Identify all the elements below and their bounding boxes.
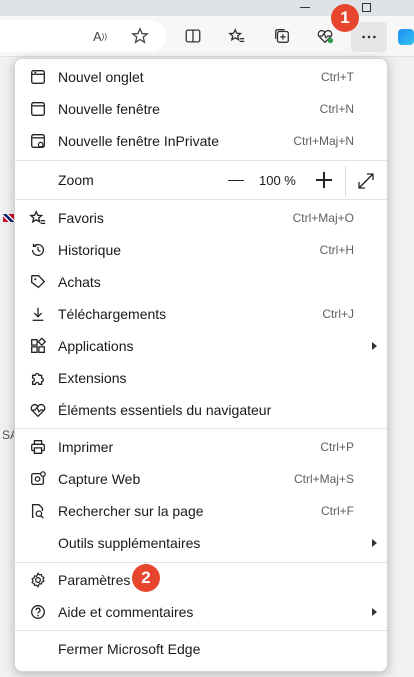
menu-item-favorites[interactable]: Favoris Ctrl+Maj+O	[15, 202, 387, 234]
chevron-right-icon	[372, 608, 377, 616]
menu-item-label: Paramètres	[58, 572, 131, 588]
chevron-right-icon	[372, 342, 377, 350]
menu-item-find-on-page[interactable]: Rechercher sur la page Ctrl+F	[15, 495, 387, 527]
star-icon[interactable]	[128, 24, 152, 48]
menu-item-close-edge[interactable]: Fermer Microsoft Edge	[15, 633, 387, 665]
menu-item-label: Éléments essentiels du navigateur	[58, 402, 272, 418]
inprivate-icon	[28, 131, 48, 151]
menu-divider	[15, 630, 387, 631]
menu-item-shortcut: Ctrl+J	[322, 307, 354, 321]
more-icon	[362, 35, 376, 39]
step-marker-2: 2	[132, 564, 160, 592]
menu-item-label: Téléchargements	[58, 306, 167, 322]
menu-item-zoom: Zoom 100 %	[15, 164, 387, 196]
heart-pulse-icon	[28, 400, 48, 420]
menu-item-shopping[interactable]: Achats	[15, 266, 387, 298]
copilot-icon[interactable]	[398, 29, 414, 45]
menu-item-downloads[interactable]: Téléchargements Ctrl+J	[15, 298, 387, 330]
favorites-icon[interactable]	[225, 24, 249, 48]
menu-item-label: Extensions	[58, 370, 127, 386]
menu-item-label: Achats	[58, 274, 101, 290]
menu-divider	[15, 160, 387, 161]
menu-item-label: Aide et commentaires	[58, 604, 194, 620]
download-icon	[28, 304, 48, 324]
menu-item-shortcut: Ctrl+P	[320, 440, 354, 454]
menu-item-extensions[interactable]: Extensions	[15, 362, 387, 394]
chevron-right-icon	[372, 539, 377, 547]
puzzle-icon	[28, 368, 48, 388]
menu-item-label: Imprimer	[58, 439, 114, 455]
menu-item-settings[interactable]: Paramètres	[15, 564, 387, 596]
browser-essentials-icon[interactable]	[313, 24, 337, 48]
menu-item-label: Nouvel onglet	[58, 69, 144, 85]
menu-item-browser-essentials[interactable]: Éléments essentiels du navigateur	[15, 394, 387, 426]
menu-item-label: Nouvelle fenêtre	[58, 101, 160, 117]
menu-item-label: Applications	[58, 338, 134, 354]
history-icon	[28, 240, 48, 260]
menu-item-new-inprivate-window[interactable]: Nouvelle fenêtre InPrivate Ctrl+Maj+N	[15, 125, 387, 157]
zoom-level: 100 %	[259, 172, 296, 188]
zoom-divider	[345, 166, 346, 196]
menu-item-web-capture[interactable]: Capture Web Ctrl+Maj+S	[15, 463, 387, 495]
menu-item-new-tab[interactable]: Nouvel onglet Ctrl+T	[15, 61, 387, 93]
minimize-icon[interactable]	[300, 7, 310, 8]
menu-divider	[15, 199, 387, 200]
menu-item-more-tools[interactable]: Outils supplémentaires	[15, 527, 387, 559]
split-screen-icon[interactable]	[181, 24, 205, 48]
restore-icon[interactable]	[362, 3, 371, 12]
find-on-page-icon	[28, 501, 48, 521]
menu-item-new-window[interactable]: Nouvelle fenêtre Ctrl+N	[15, 93, 387, 125]
menu-item-help-feedback[interactable]: Aide et commentaires	[15, 596, 387, 628]
settings-menu: Nouvel onglet Ctrl+T Nouvelle fenêtre Ct…	[14, 58, 388, 672]
menu-item-shortcut: Ctrl+Maj+O	[292, 211, 354, 225]
menu-item-shortcut: Ctrl+N	[319, 102, 354, 116]
menu-item-history[interactable]: Historique Ctrl+H	[15, 234, 387, 266]
zoom-in-button[interactable]	[316, 172, 332, 188]
menu-item-apps[interactable]: Applications	[15, 330, 387, 362]
menu-item-shortcut: Ctrl+F	[321, 504, 354, 518]
tag-icon	[28, 272, 48, 292]
menu-item-label: Capture Web	[58, 471, 141, 487]
menu-item-print[interactable]: Imprimer Ctrl+P	[15, 431, 387, 463]
step-marker-1: 1	[331, 4, 359, 32]
favorites-icon	[28, 208, 48, 228]
help-icon	[28, 602, 48, 622]
settings-and-more-button[interactable]	[351, 22, 387, 52]
menu-item-label: Outils supplémentaires	[58, 535, 201, 551]
menu-item-shortcut: Ctrl+T	[321, 70, 354, 84]
fullscreen-icon[interactable]	[357, 172, 375, 190]
menu-item-label: Rechercher sur la page	[58, 503, 204, 519]
menu-divider	[15, 562, 387, 563]
menu-item-label: Fermer Microsoft Edge	[58, 641, 201, 657]
web-capture-icon	[28, 469, 48, 489]
zoom-out-button[interactable]	[228, 180, 244, 181]
collections-icon[interactable]	[270, 24, 294, 48]
zoom-label: Zoom	[58, 172, 94, 188]
menu-item-label: Favoris	[58, 210, 104, 226]
menu-item-shortcut: Ctrl+H	[319, 243, 354, 257]
new-tab-icon	[28, 67, 48, 87]
menu-item-shortcut: Ctrl+Maj+S	[293, 472, 354, 486]
gear-icon	[28, 570, 48, 590]
read-aloud-icon[interactable]: A))	[88, 24, 112, 48]
new-window-icon	[28, 99, 48, 119]
apps-icon	[28, 336, 48, 356]
menu-item-label: Historique	[58, 242, 122, 258]
menu-divider	[15, 428, 387, 429]
menu-item-label: Nouvelle fenêtre InPrivate	[58, 133, 220, 149]
printer-icon	[28, 437, 48, 457]
uk-flag-icon	[3, 214, 14, 222]
menu-item-shortcut: Ctrl+Maj+N	[293, 134, 354, 148]
